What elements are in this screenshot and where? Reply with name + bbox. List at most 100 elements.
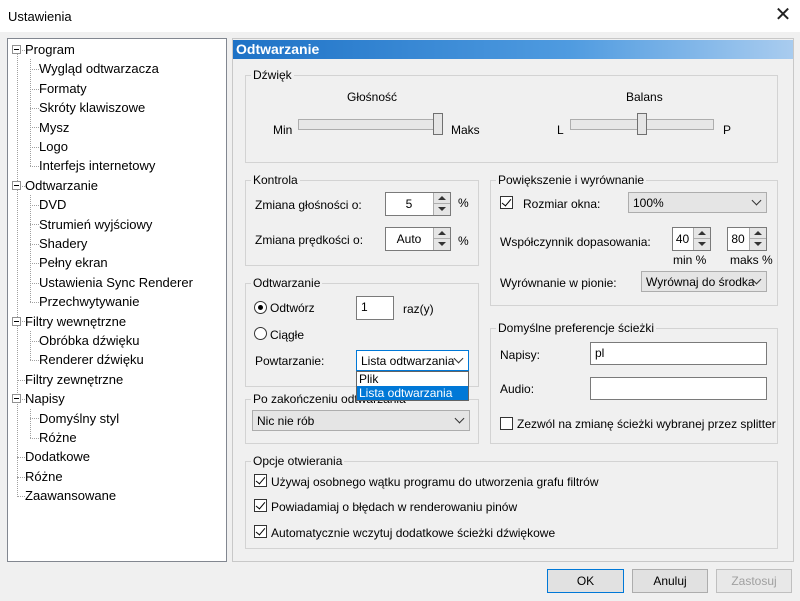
tree-item[interactable]: Przechwytywanie (39, 292, 139, 311)
tree-item[interactable]: Dodatkowe (25, 447, 90, 466)
close-icon[interactable]: ✕ (770, 2, 796, 28)
fit-min-spinner[interactable]: 40 (672, 227, 711, 251)
window-size-checkbox[interactable] (500, 196, 513, 209)
tree-line (17, 495, 25, 497)
volume-min-label: Min (273, 123, 293, 137)
ok-button[interactable]: OK (547, 569, 624, 593)
tree-line (30, 301, 39, 303)
balance-slider-thumb[interactable] (637, 113, 647, 135)
volume-step-spinner[interactable]: 5 (385, 192, 451, 216)
window-size-value: 100% (633, 196, 664, 210)
spin-down-icon[interactable] (434, 239, 450, 250)
tree-item[interactable]: Obróbka dźwięku (39, 331, 139, 350)
tree-item[interactable]: Pełny ekran (39, 253, 108, 272)
speed-step-label: Zmiana prędkości o: (255, 233, 364, 247)
volume-max-label: Maks (451, 123, 480, 137)
repeat-select[interactable]: Lista odtwarzania (356, 350, 469, 371)
tree-item[interactable]: Różne (25, 467, 63, 486)
spin-up-icon[interactable] (434, 228, 450, 239)
spin-up-icon[interactable] (694, 228, 710, 239)
tree-item[interactable]: Domyślny styl (39, 409, 119, 428)
tree-item[interactable]: Shadery (39, 234, 87, 253)
repeat-option-file[interactable]: Plik (357, 372, 468, 386)
repeat-option-playlist[interactable]: Lista odtwarzania (357, 386, 468, 400)
tree-line (30, 282, 39, 284)
tree-item[interactable]: Zaawansowane (25, 486, 116, 505)
collapse-icon[interactable] (12, 180, 21, 190)
apply-button: Zastosuj (716, 569, 792, 593)
play-label[interactable]: Odtwórz (270, 301, 315, 315)
tree-item[interactable]: Ustawienia Sync Renderer (39, 273, 193, 292)
tree-item[interactable]: Renderer dźwięku (39, 350, 144, 369)
splitter-label[interactable]: Zezwól na zmianę ścieżki wybranej przez … (517, 417, 776, 431)
tree-line (30, 59, 31, 167)
tree-item[interactable]: Filtry wewnętrzne (25, 312, 126, 331)
volume-slider-thumb[interactable] (433, 113, 443, 135)
tree-line (30, 437, 39, 439)
separate-thread-label[interactable]: Używaj osobnego wątku programu do utworz… (271, 475, 599, 489)
tree-item[interactable]: Program (25, 40, 75, 59)
track-preferences-legend: Domyślne preferencje ścieżki (496, 321, 657, 335)
cancel-button[interactable]: Anuluj (632, 569, 708, 593)
tree-line (17, 457, 25, 459)
balance-left-label: L (557, 123, 564, 137)
spin-down-icon[interactable] (694, 239, 710, 250)
spin-down-icon[interactable] (434, 204, 450, 215)
tree-item[interactable]: Filtry zewnętrzne (25, 370, 123, 389)
tree-item[interactable]: Interfejs internetowy (39, 156, 155, 175)
separate-thread-checkbox[interactable] (254, 474, 267, 487)
title-bar: Ustawienia ✕ (0, 0, 800, 32)
speed-step-unit: % (458, 234, 469, 248)
window-size-label[interactable]: Rozmiar okna: (523, 197, 600, 211)
tree-item[interactable]: Mysz (39, 118, 69, 137)
tree-item[interactable]: Różne (39, 428, 77, 447)
subtitles-input[interactable]: pl (590, 342, 767, 365)
tree-item[interactable]: Logo (39, 137, 68, 156)
collapse-icon[interactable] (12, 45, 21, 54)
collapse-icon[interactable] (12, 394, 21, 404)
fit-label: Współczynnik dopasowania: (500, 235, 651, 249)
tree-line (30, 243, 39, 245)
pin-errors-checkbox[interactable] (254, 499, 267, 512)
splitter-checkbox[interactable] (500, 417, 513, 430)
audio-label: Audio: (500, 382, 535, 396)
spin-up-icon[interactable] (434, 193, 450, 204)
pin-errors-label[interactable]: Powiadamiaj o błędach w renderowaniu pin… (271, 500, 517, 514)
tree-line (30, 166, 39, 168)
tree-item[interactable]: Formaty (39, 79, 87, 98)
settings-tree: Program Wygląd odtwarzacza Formaty Skróty k… (7, 38, 227, 562)
play-radio[interactable] (254, 301, 267, 314)
window-size-select[interactable]: 100% (628, 192, 767, 213)
tree-item[interactable]: Odtwarzanie (25, 175, 98, 195)
loop-label[interactable]: Ciągłe (270, 328, 304, 342)
speed-step-spinner[interactable]: Auto (385, 227, 451, 251)
zoom-legend: Powiększenie i wyrównanie (496, 173, 647, 187)
tree-item[interactable]: DVD (39, 195, 66, 214)
collapse-icon[interactable] (12, 316, 21, 326)
tree-line (30, 331, 31, 361)
tree-item[interactable]: Wygląd odtwarzacza (39, 59, 159, 78)
open-options-legend: Opcje otwierania (251, 454, 345, 468)
spin-up-icon[interactable] (750, 228, 766, 239)
tree-item[interactable]: Strumień wyjściowy (39, 215, 152, 234)
volume-step-value: 5 (405, 197, 413, 211)
play-count-input[interactable]: 1 (356, 296, 394, 320)
after-playback-select[interactable]: Nic nie rób (252, 410, 470, 431)
fit-max-spinner[interactable]: 80 (727, 227, 767, 251)
vertical-align-select[interactable]: Wyrównaj do środka (641, 271, 767, 292)
tree-item[interactable]: Skróty klawiszowe (39, 98, 145, 117)
auto-load-audio-label[interactable]: Automatycznie wczytuj dodatkowe ścieżki … (271, 526, 555, 540)
volume-slider[interactable] (298, 119, 443, 130)
chevron-down-icon (751, 195, 762, 206)
tree-line (30, 69, 39, 71)
auto-load-audio-checkbox[interactable] (254, 525, 267, 538)
spin-down-icon[interactable] (750, 239, 766, 250)
tree-line (30, 263, 39, 265)
tree-line (30, 408, 31, 438)
volume-step-label: Zmiana głośności o: (255, 198, 362, 212)
tree-item[interactable]: Napisy (25, 389, 65, 408)
loop-radio[interactable] (254, 327, 267, 340)
audio-input[interactable] (590, 377, 767, 400)
tree-line (17, 49, 18, 496)
volume-label: Głośność (347, 90, 398, 104)
